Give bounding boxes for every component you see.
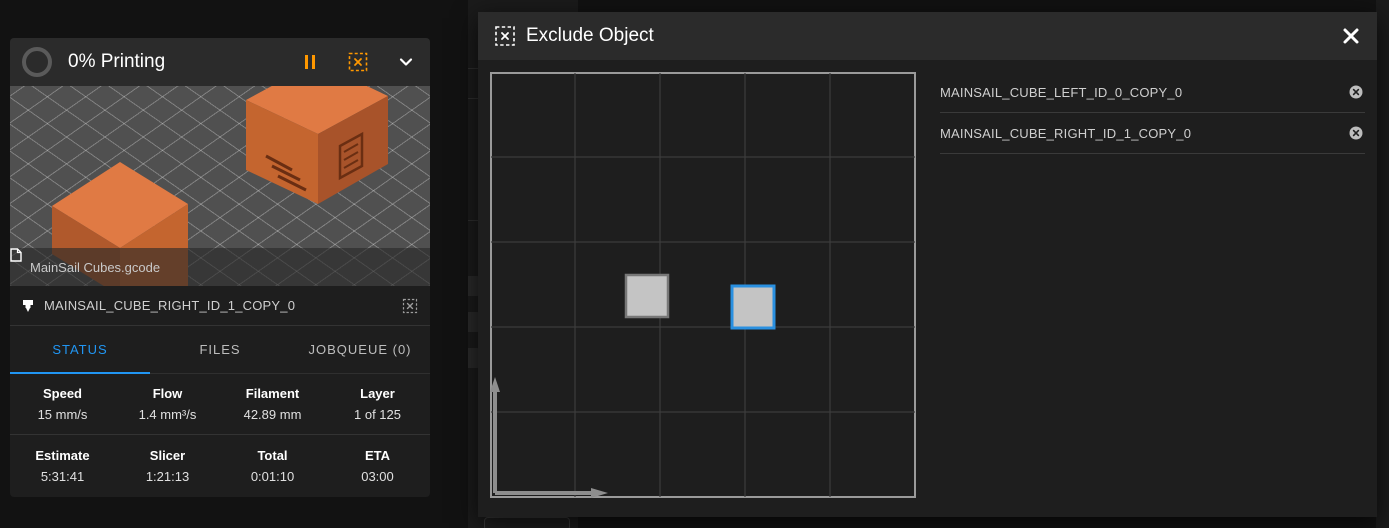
stat-label: Layer bbox=[360, 386, 395, 401]
stat-value: 1 of 125 bbox=[354, 407, 401, 422]
status-panel: 0% Printing MainSail Cubes.gcode MAINSAI… bbox=[10, 38, 430, 497]
stat-speed: Speed 15 mm/s bbox=[10, 374, 115, 434]
exclude-object-dialog: Exclude Object MAINSAIL_CUBE_LEFT_ID_0_C… bbox=[478, 12, 1377, 517]
print-status-title: 0% Printing bbox=[68, 51, 166, 72]
stat-label: ETA bbox=[364, 447, 391, 463]
exclude-object-icon[interactable] bbox=[346, 50, 370, 74]
background-input bbox=[484, 517, 570, 528]
close-icon[interactable] bbox=[1339, 24, 1363, 48]
stat-value: 42.89 mm bbox=[243, 407, 302, 422]
chevron-down-icon[interactable] bbox=[394, 50, 418, 74]
stat-label: Total bbox=[257, 447, 288, 463]
status-panel-header: 0% Printing bbox=[10, 38, 430, 86]
object-name: MAINSAIL_CUBE_RIGHT_ID_1_COPY_0 bbox=[940, 125, 1192, 141]
stat-label: Slicer bbox=[149, 447, 186, 463]
status-tabs: STATUS FILES JOBQUEUE (0) bbox=[10, 326, 430, 374]
stat-layer: Layer 1 of 125 bbox=[325, 374, 430, 434]
stat-value: 0:01:10 bbox=[250, 468, 295, 484]
stats-row-1: Speed 15 mm/s Flow 1.4 mm³/s Filament 42… bbox=[10, 374, 430, 435]
stats-row-2: Estimate 5:31:41 Slicer 1:21:13 Total 0:… bbox=[10, 435, 430, 496]
object-list: MAINSAIL_CUBE_LEFT_ID_0_COPY_0 MAINSAIL_… bbox=[940, 72, 1365, 154]
tab-jobqueue[interactable]: JOBQUEUE (0) bbox=[290, 326, 430, 373]
stat-label: Filament bbox=[245, 386, 300, 401]
dialog-title: Exclude Object bbox=[526, 25, 654, 46]
tab-active-indicator bbox=[10, 372, 150, 374]
pause-icon[interactable] bbox=[298, 50, 322, 74]
stat-value: 5:31:41 bbox=[40, 468, 85, 484]
bed-outline bbox=[490, 72, 916, 498]
current-object-row: MAINSAIL_CUBE_RIGHT_ID_1_COPY_0 bbox=[10, 286, 430, 326]
stat-filament: Filament 42.89 mm bbox=[220, 374, 325, 434]
printer-nozzle-icon bbox=[23, 299, 33, 312]
object-cube-left[interactable] bbox=[624, 273, 670, 319]
object-cube-right[interactable] bbox=[730, 284, 776, 330]
stat-flow: Flow 1.4 mm³/s bbox=[115, 374, 220, 434]
object-name: MAINSAIL_CUBE_LEFT_ID_0_COPY_0 bbox=[940, 84, 1183, 100]
stat-value: 15 mm/s bbox=[37, 407, 88, 422]
tab-files[interactable]: FILES bbox=[150, 326, 290, 373]
list-item[interactable]: MAINSAIL_CUBE_RIGHT_ID_1_COPY_0 bbox=[940, 113, 1365, 154]
stat-total: Total 0:01:10 bbox=[220, 435, 325, 496]
close-circle-icon[interactable] bbox=[1349, 85, 1363, 99]
stat-eta: ETA 03:00 bbox=[325, 435, 430, 496]
tab-status[interactable]: STATUS bbox=[10, 326, 150, 373]
stat-label: Flow bbox=[152, 386, 183, 401]
background-right-edge bbox=[1376, 0, 1389, 528]
exclude-object-icon[interactable] bbox=[402, 298, 418, 314]
stat-value: 03:00 bbox=[361, 468, 394, 484]
close-circle-icon[interactable] bbox=[1349, 126, 1363, 140]
stat-estimate: Estimate 5:31:41 bbox=[10, 435, 115, 496]
thumbnail-filename-bar: MainSail Cubes.gcode bbox=[10, 248, 430, 286]
stat-slicer: Slicer 1:21:13 bbox=[115, 435, 220, 496]
stat-label: Estimate bbox=[35, 447, 90, 463]
stat-label: Speed bbox=[42, 386, 82, 401]
file-icon bbox=[10, 248, 22, 262]
list-item[interactable]: MAINSAIL_CUBE_LEFT_ID_0_COPY_0 bbox=[940, 72, 1365, 113]
print-thumbnail: MainSail Cubes.gcode bbox=[10, 86, 430, 286]
bed-map bbox=[490, 72, 916, 498]
gcode-filename: MainSail Cubes.gcode bbox=[30, 259, 161, 275]
current-object-name: MAINSAIL_CUBE_RIGHT_ID_1_COPY_0 bbox=[44, 298, 296, 313]
exclude-object-icon bbox=[495, 26, 515, 46]
progress-ring-icon bbox=[22, 47, 52, 77]
dialog-header: Exclude Object bbox=[478, 12, 1377, 60]
stat-value: 1:21:13 bbox=[145, 468, 190, 484]
stat-value: 1.4 mm³/s bbox=[138, 407, 197, 422]
